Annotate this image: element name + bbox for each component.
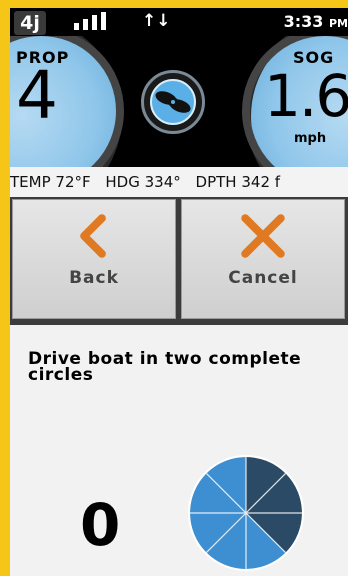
back-label: Back [69, 268, 119, 288]
cancel-label: Cancel [228, 268, 298, 288]
circle-progress-dial [188, 455, 304, 571]
sog-value: 1.6 [264, 62, 348, 130]
calibration-instruction: Drive boat in two complete circles [28, 349, 302, 385]
data-transfer-icon: ↑↓ [142, 11, 171, 31]
depth-readout: DPTH 342 f [195, 173, 281, 191]
button-row: Back Cancel [10, 197, 348, 325]
circle-count: 0 [80, 491, 121, 559]
chevron-left-icon [80, 214, 106, 258]
cancel-button[interactable]: Cancel [181, 199, 345, 319]
device-frame: 4j ↑↓ 3:33 PM PROP 4 SOG 1.6 mph TEMP 72… [0, 0, 348, 576]
signal-strength-icon [74, 12, 114, 30]
close-icon [241, 214, 285, 258]
heading-readout: HDG 334° [105, 173, 181, 191]
clock: 3:33 PM [284, 8, 348, 38]
sog-unit: mph [294, 131, 327, 146]
back-button[interactable]: Back [12, 199, 176, 319]
calibration-panel: Drive boat in two complete circles 0 [10, 325, 348, 576]
propeller-icon [150, 79, 196, 125]
prop-value: 4 [16, 57, 58, 134]
temperature-readout: TEMP 72°F [10, 173, 91, 191]
clock-ampm: PM [328, 17, 348, 30]
gauge-area: PROP 4 SOG 1.6 mph [10, 36, 348, 167]
clock-time: 3:33 [283, 12, 324, 31]
info-bar: TEMP 72°F HDG 334° DPTH 342 f [10, 167, 348, 197]
status-bar: 4j ↑↓ 3:33 PM [10, 8, 348, 36]
propeller-button[interactable] [141, 70, 205, 134]
channel-badge: 4j [14, 11, 46, 35]
screen: 4j ↑↓ 3:33 PM PROP 4 SOG 1.6 mph TEMP 72… [10, 8, 348, 576]
